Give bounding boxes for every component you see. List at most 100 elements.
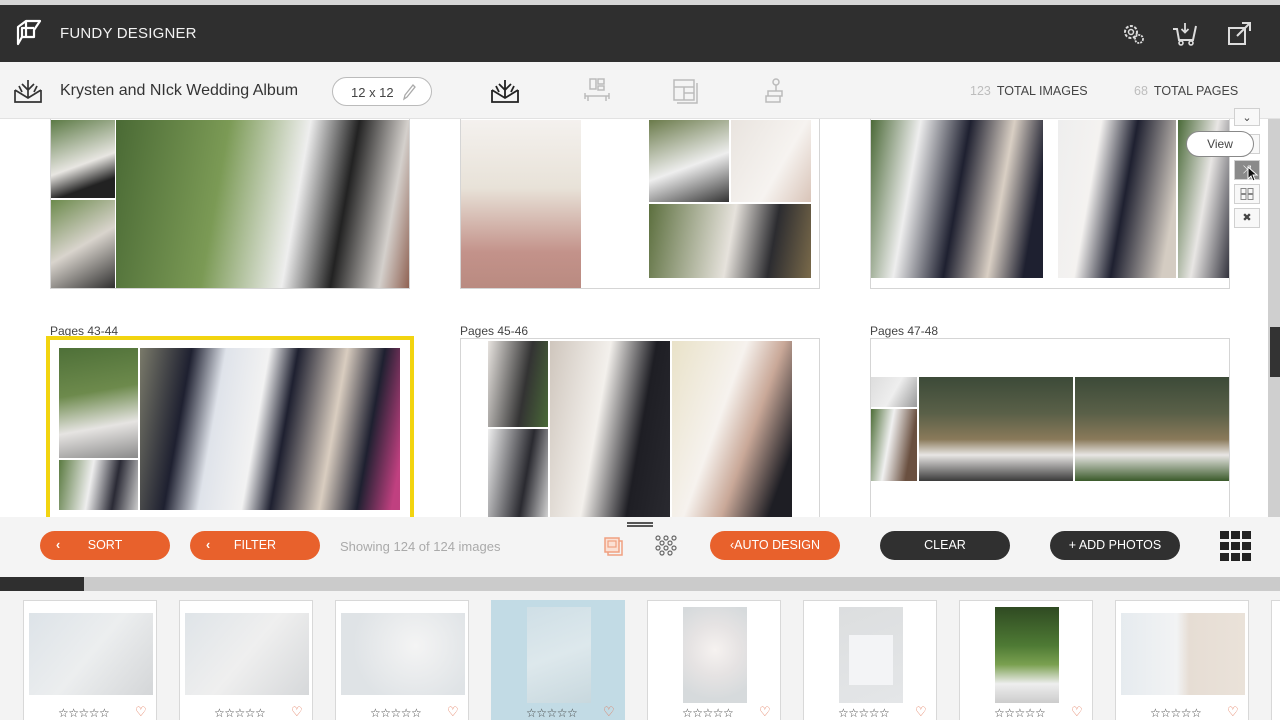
favorite-heart-icon[interactable]: ♡ xyxy=(1227,704,1239,720)
card-mode-tab[interactable] xyxy=(670,77,700,107)
star-rating[interactable]: ☆☆☆☆☆ xyxy=(1150,706,1202,720)
thumbnail-image[interactable] xyxy=(341,613,465,695)
spread-photo[interactable] xyxy=(51,200,115,288)
clear-button[interactable]: CLEAR xyxy=(880,531,1010,560)
external-link-icon[interactable] xyxy=(1225,19,1255,49)
spread-photo[interactable] xyxy=(59,460,138,510)
spread-photo[interactable] xyxy=(59,348,138,458)
thumbnail-image[interactable] xyxy=(527,607,591,703)
spread-photo[interactable] xyxy=(461,120,581,288)
spread-photo[interactable] xyxy=(550,341,670,517)
spread-card[interactable] xyxy=(460,338,820,517)
thumbnail-card[interactable]: ☆☆☆☆☆ ♡ xyxy=(803,600,937,720)
wall-art-mode-tab[interactable] xyxy=(582,77,612,107)
thumbnail-card-selected[interactable]: ☆☆☆☆☆ ♡ xyxy=(491,600,625,720)
thumbnail-image[interactable] xyxy=(1121,613,1245,695)
fundy-logo-icon xyxy=(16,19,42,46)
album-size-button[interactable]: 12 x 12 xyxy=(332,77,432,106)
project-bar: Krysten and NIck Wedding Album 12 x 12 1… xyxy=(0,62,1280,119)
thumbnail-card[interactable] xyxy=(1271,600,1280,720)
spread-photo[interactable] xyxy=(488,429,548,517)
spread-card[interactable] xyxy=(50,119,410,289)
chevron-down-tool[interactable]: ⌄ xyxy=(1234,108,1260,126)
spreads-canvas[interactable]: Pages 43-44 Pages 45-46 Pages 47-48 xyxy=(0,119,1268,517)
spread-photo[interactable] xyxy=(116,120,409,288)
favorite-heart-icon[interactable]: ♡ xyxy=(291,704,303,720)
album-book-icon xyxy=(14,80,42,103)
spread-photo[interactable] xyxy=(919,377,1073,481)
star-rating[interactable]: ☆☆☆☆☆ xyxy=(682,706,734,720)
thumbnail-image[interactable] xyxy=(29,613,153,695)
favorite-heart-icon[interactable]: ♡ xyxy=(603,704,615,720)
spread-card-selected[interactable] xyxy=(46,336,414,517)
thumbnail-card[interactable]: ☆☆☆☆☆ ♡ xyxy=(179,600,313,720)
total-pages-stat: 68 TOTAL PAGES xyxy=(1134,84,1239,98)
showing-count: Showing 124 of 124 images xyxy=(340,539,501,554)
thumbnail-image[interactable] xyxy=(683,607,747,703)
bottom-toolbar: ‹ SORT ‹ FILTER Showing 124 of 124 images … xyxy=(0,517,1280,577)
page-label: Pages 45-46 xyxy=(460,324,529,338)
mouse-cursor-icon xyxy=(1247,166,1259,182)
favorite-heart-icon[interactable]: ♡ xyxy=(135,704,147,720)
spread-photo[interactable] xyxy=(140,348,400,510)
sort-button[interactable]: ‹ SORT xyxy=(40,531,170,560)
spread-photo[interactable] xyxy=(649,120,729,202)
spread-photo[interactable] xyxy=(871,409,917,481)
cart-download-icon[interactable] xyxy=(1170,19,1200,49)
resize-handle[interactable] xyxy=(627,522,653,527)
thumbnail-card[interactable]: ☆☆☆☆☆ ♡ xyxy=(647,600,781,720)
spread-photo[interactable] xyxy=(731,120,811,202)
favorite-heart-icon[interactable]: ♡ xyxy=(915,704,927,720)
spread-photo[interactable] xyxy=(871,377,917,407)
spread-photo[interactable] xyxy=(488,341,548,427)
auto-design-button[interactable]: ‹AUTO DESIGN xyxy=(710,531,840,560)
spread-photo[interactable] xyxy=(871,120,1043,278)
page-label: Pages 47-48 xyxy=(870,324,939,338)
star-rating[interactable]: ☆☆☆☆☆ xyxy=(526,706,578,720)
canvas-scrollbar[interactable] xyxy=(1268,119,1280,517)
favorite-heart-icon[interactable]: ♡ xyxy=(1071,704,1083,720)
spread-card[interactable] xyxy=(460,119,820,289)
spread-photo[interactable] xyxy=(1075,377,1229,481)
grid-tool[interactable] xyxy=(1234,184,1260,204)
filmstrip-scroll-thumb[interactable] xyxy=(0,577,84,591)
star-rating[interactable]: ☆☆☆☆☆ xyxy=(58,706,110,720)
favorite-heart-icon[interactable]: ♡ xyxy=(447,704,459,720)
album-title: Krysten and NIck Wedding Album xyxy=(60,82,299,99)
filter-button[interactable]: ‹ FILTER xyxy=(190,531,320,560)
thumbnail-card[interactable]: ☆☆☆☆☆ ♡ xyxy=(335,600,469,720)
album-design-mode-tab[interactable] xyxy=(490,77,520,107)
album-size-label: 12 x 12 xyxy=(351,85,394,100)
star-rating[interactable]: ☆☆☆☆☆ xyxy=(370,706,422,720)
scrollbar-thumb[interactable] xyxy=(1270,327,1280,377)
thumbnail-image[interactable] xyxy=(185,613,309,695)
pattern-grid-icon[interactable] xyxy=(654,534,678,558)
spread-photo[interactable] xyxy=(672,341,792,517)
star-rating[interactable]: ☆☆☆☆☆ xyxy=(994,706,1046,720)
app-header: FUNDY DESIGNER xyxy=(0,5,1280,62)
spread-card[interactable] xyxy=(870,119,1230,289)
stacked-photos-icon[interactable] xyxy=(602,535,626,559)
filmstrip: ☆☆☆☆☆ ♡ ☆☆☆☆☆ ♡ ☆☆☆☆☆ ♡ ☆☆☆☆☆ ♡ ☆☆☆☆☆ ♡ … xyxy=(0,591,1280,720)
close-tool[interactable]: ✖ xyxy=(1234,208,1260,228)
thumbnail-card[interactable]: ☆☆☆☆☆ ♡ xyxy=(23,600,157,720)
star-rating[interactable]: ☆☆☆☆☆ xyxy=(214,706,266,720)
favorite-heart-icon[interactable]: ♡ xyxy=(759,704,771,720)
edit-pencil-icon xyxy=(402,84,416,101)
thumbnail-image[interactable] xyxy=(839,607,903,703)
view-tooltip: View xyxy=(1186,131,1254,157)
thumbnail-card[interactable]: ☆☆☆☆☆ ♡ xyxy=(959,600,1093,720)
proofing-mode-tab[interactable] xyxy=(760,77,790,107)
filmstrip-scrollbar[interactable] xyxy=(0,577,1280,591)
spread-photo[interactable] xyxy=(649,204,811,278)
star-rating[interactable]: ☆☆☆☆☆ xyxy=(838,706,890,720)
settings-gears-icon[interactable] xyxy=(1119,19,1149,49)
spread-card[interactable] xyxy=(870,338,1230,517)
add-photos-button[interactable]: + ADD PHOTOS xyxy=(1050,531,1180,560)
spread-photo[interactable] xyxy=(51,120,115,198)
thumbnail-card[interactable]: ☆☆☆☆☆ ♡ xyxy=(1115,600,1249,720)
thumbnail-image[interactable] xyxy=(995,607,1059,703)
grid-view-icon[interactable] xyxy=(1220,531,1251,561)
app-brand: FUNDY DESIGNER xyxy=(60,25,197,42)
spread-photo[interactable] xyxy=(1058,120,1176,278)
